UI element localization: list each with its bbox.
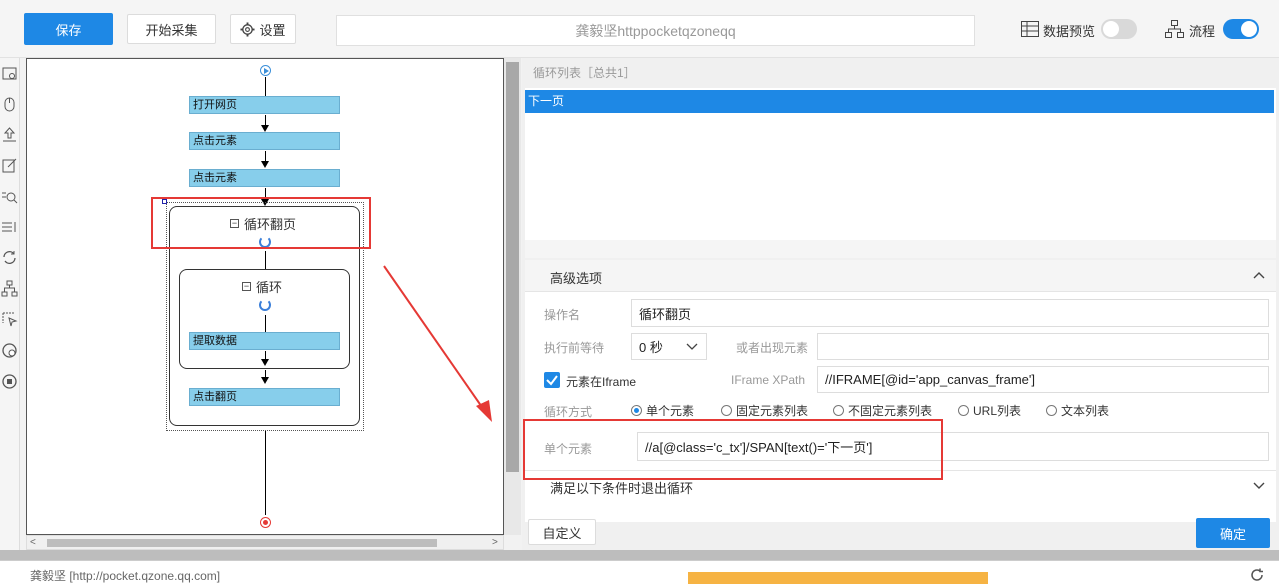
- loop-inner-title[interactable]: − 循环: [242, 277, 282, 296]
- list-tool-icon[interactable]: [1, 219, 18, 236]
- gear-icon: [240, 21, 256, 37]
- refresh-icon[interactable]: [1250, 568, 1264, 582]
- loop-list-item[interactable]: 下一页: [525, 90, 1274, 113]
- loop-icon: [259, 299, 271, 311]
- op-name-input[interactable]: 循环翻页: [631, 299, 1269, 327]
- start-collect-button[interactable]: 开始采集: [127, 14, 216, 44]
- loop-mode-text-list[interactable]: 文本列表: [1046, 402, 1109, 419]
- loop-mode-url-list[interactable]: URL列表: [958, 402, 1021, 419]
- branch-tool-icon[interactable]: [1, 280, 18, 297]
- top-toolbar: 保存 开始采集 设置 龚毅坚httppocketqzoneqq 数据预览 流程: [0, 0, 1279, 58]
- chevron-down-icon: [686, 343, 698, 350]
- data-preview-label: 数据预览: [1043, 24, 1096, 39]
- custom-button[interactable]: 自定义: [528, 519, 596, 545]
- flow-node-click-pagination[interactable]: 点击翻页: [189, 388, 340, 406]
- horizontal-scroll-thumb[interactable]: [47, 539, 437, 547]
- loop-inner-title-text: 循环: [256, 280, 283, 295]
- canvas-vertical-scrollbar[interactable]: [504, 58, 521, 535]
- or-appear-input[interactable]: [817, 333, 1269, 360]
- settings-button[interactable]: 设置: [230, 14, 296, 44]
- highlight-loop-title: [151, 197, 371, 249]
- open-page-tool-icon[interactable]: [1, 65, 18, 82]
- flow-icon: [1165, 20, 1184, 38]
- confirm-button[interactable]: 确定: [1196, 518, 1270, 548]
- or-appear-label: 或者出现元素: [736, 341, 809, 355]
- loop-tool-icon[interactable]: [1, 249, 18, 266]
- tool-column: [0, 58, 20, 550]
- check-icon: [546, 375, 558, 386]
- in-iframe-label: 元素在Iframe: [566, 375, 637, 389]
- op-name-label: 操作名: [544, 308, 581, 322]
- loop-mode-variable-list[interactable]: 不固定元素列表: [833, 402, 932, 419]
- advanced-header[interactable]: 高级选项: [525, 260, 1276, 292]
- collapse-icon[interactable]: −: [242, 282, 251, 291]
- flow-node-click-element[interactable]: 点击元素: [189, 132, 340, 150]
- scroll-left-icon[interactable]: <: [30, 537, 36, 548]
- status-bar: 龚毅坚 [http://pocket.qzone.qq.com]: [0, 560, 1279, 584]
- loop-list: 下一页: [525, 88, 1276, 240]
- settings-label: 设置: [259, 22, 286, 38]
- captcha-tool-icon[interactable]: [1, 342, 18, 359]
- annotation-arrow: [383, 265, 492, 422]
- flow-start-marker: [260, 65, 271, 76]
- flow-toggle[interactable]: [1223, 19, 1259, 39]
- edit-tool-icon[interactable]: [1, 157, 18, 174]
- upload-tool-icon[interactable]: [1, 126, 18, 143]
- iframe-xpath-label: IFrame XPath: [731, 373, 806, 387]
- flow-node-extract-data[interactable]: 提取数据: [189, 332, 340, 350]
- exit-condition-title: 满足以下条件时退出循环: [550, 481, 694, 496]
- highlight-single-element: [523, 419, 943, 480]
- scroll-right-icon[interactable]: >: [492, 537, 498, 548]
- wait-select[interactable]: 0 秒: [631, 333, 707, 360]
- advanced-title: 高级选项: [550, 271, 603, 286]
- iframe-checkbox[interactable]: [544, 372, 560, 388]
- flow-end-marker: [260, 517, 271, 528]
- table-icon: [1021, 21, 1039, 37]
- select-tool-icon[interactable]: [1, 311, 18, 328]
- search-tool-icon[interactable]: [1, 188, 18, 205]
- data-preview-toggle[interactable]: [1101, 19, 1137, 39]
- wait-value: 0 秒: [639, 340, 663, 355]
- flow-label: 流程: [1189, 24, 1216, 39]
- flow-node-open-page[interactable]: 打开网页: [189, 96, 340, 114]
- flow-node-click-element-2[interactable]: 点击元素: [189, 169, 340, 187]
- stop-tool-icon[interactable]: [1, 373, 18, 390]
- save-button[interactable]: 保存: [24, 13, 113, 45]
- iframe-xpath-input[interactable]: //IFRAME[@id='app_canvas_frame']: [817, 366, 1269, 393]
- wait-label: 执行前等待: [544, 341, 605, 355]
- loop-mode-label: 循环方式: [544, 405, 593, 419]
- chevron-up-icon[interactable]: [1253, 271, 1265, 279]
- url-bar[interactable]: 龚毅坚httppocketqzoneqq: [336, 15, 975, 46]
- loop-list-header: 循环列表［总共1］: [533, 66, 636, 80]
- loop-mode-fixed-list[interactable]: 固定元素列表: [721, 402, 808, 419]
- click-tool-icon[interactable]: [1, 96, 18, 113]
- status-text: 龚毅坚 [http://pocket.qzone.qq.com]: [30, 569, 221, 583]
- loop-mode-single[interactable]: 单个元素: [631, 402, 694, 419]
- page-tooltip: [688, 572, 988, 584]
- chevron-down-icon[interactable]: [1253, 482, 1265, 490]
- canvas-horizontal-scrollbar[interactable]: < >: [26, 535, 504, 550]
- vertical-scroll-thumb[interactable]: [506, 62, 519, 472]
